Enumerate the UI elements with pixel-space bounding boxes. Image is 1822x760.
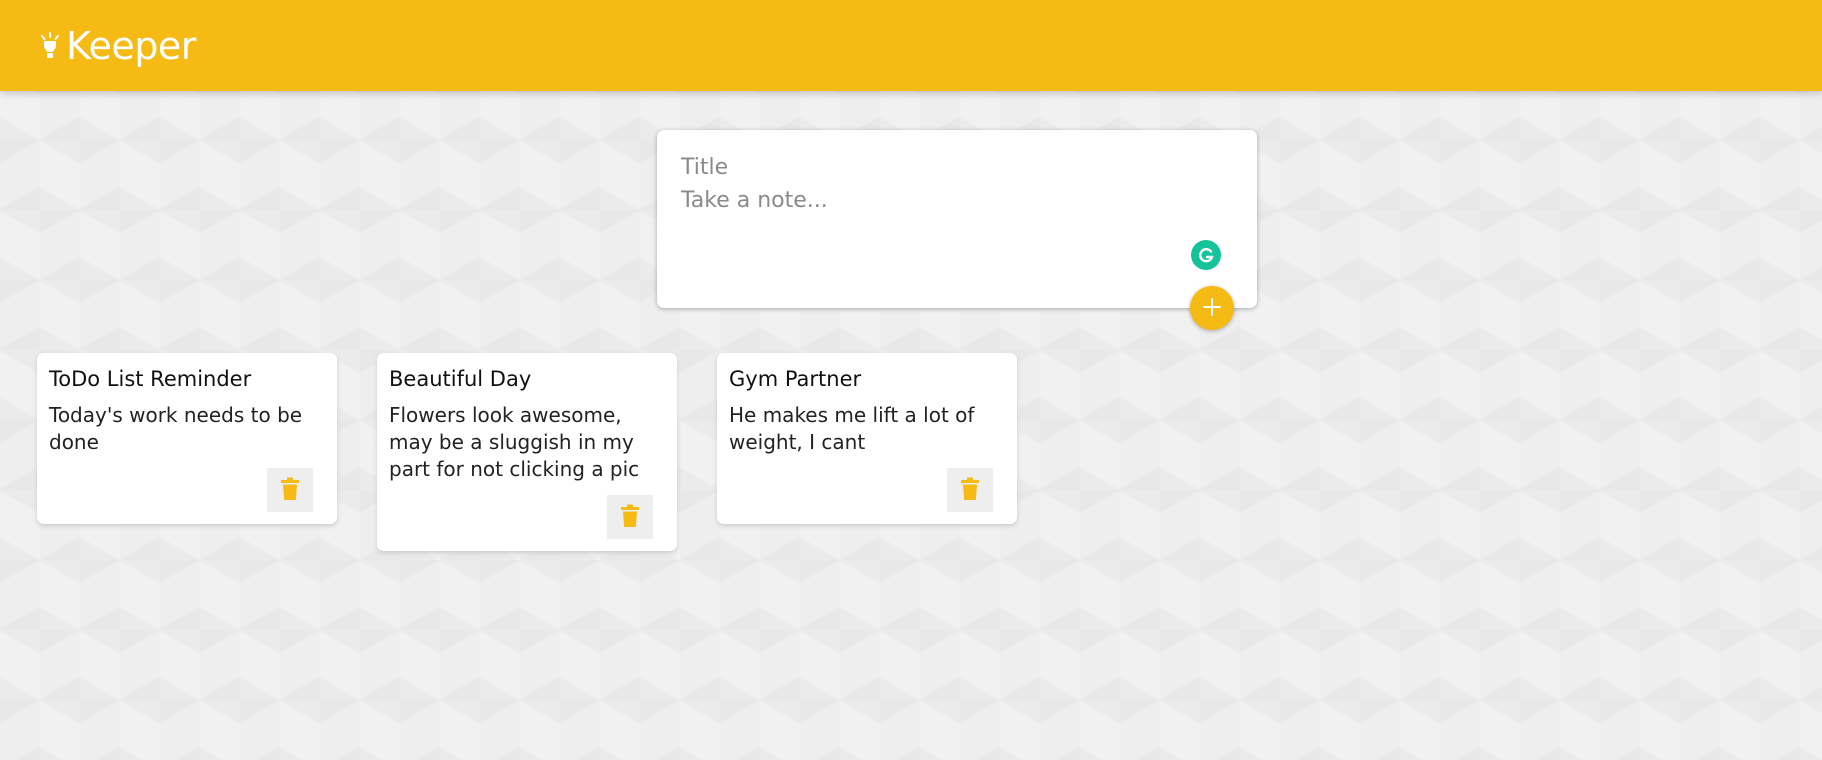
grammarly-icon[interactable] <box>1191 240 1221 270</box>
app-header: Keeper <box>0 0 1822 91</box>
add-note-button[interactable] <box>1190 286 1234 330</box>
note-content: He makes me lift a lot of weight, I cant <box>729 403 975 455</box>
note-title: Beautiful Day <box>389 367 532 391</box>
app-title: Keeper <box>66 23 196 68</box>
note-content-input[interactable] <box>681 188 1233 258</box>
note-title: Gym Partner <box>729 367 862 391</box>
title-input[interactable] <box>681 150 1233 184</box>
note-content: Flowers look awesome, may be a sluggish … <box>389 403 640 482</box>
delete-note-button[interactable] <box>947 468 993 512</box>
note-card: Beautiful Day Flowers look awesome, may … <box>377 353 677 551</box>
delete-note-button[interactable] <box>267 468 313 512</box>
plus-icon <box>1201 296 1223 321</box>
lightbulb-icon <box>40 31 60 60</box>
delete-note-button[interactable] <box>607 495 653 539</box>
note-card: ToDo List Reminder Today's work needs to… <box>37 353 337 524</box>
trash-icon <box>281 477 299 504</box>
brand: Keeper <box>40 24 196 68</box>
create-note-form <box>657 130 1257 308</box>
trash-icon <box>621 504 639 531</box>
trash-icon <box>961 477 979 504</box>
note-title: ToDo List Reminder <box>49 367 252 391</box>
note-card: Gym Partner He makes me lift a lot of we… <box>717 353 1017 524</box>
note-content: Today's work needs to be done <box>49 403 303 455</box>
